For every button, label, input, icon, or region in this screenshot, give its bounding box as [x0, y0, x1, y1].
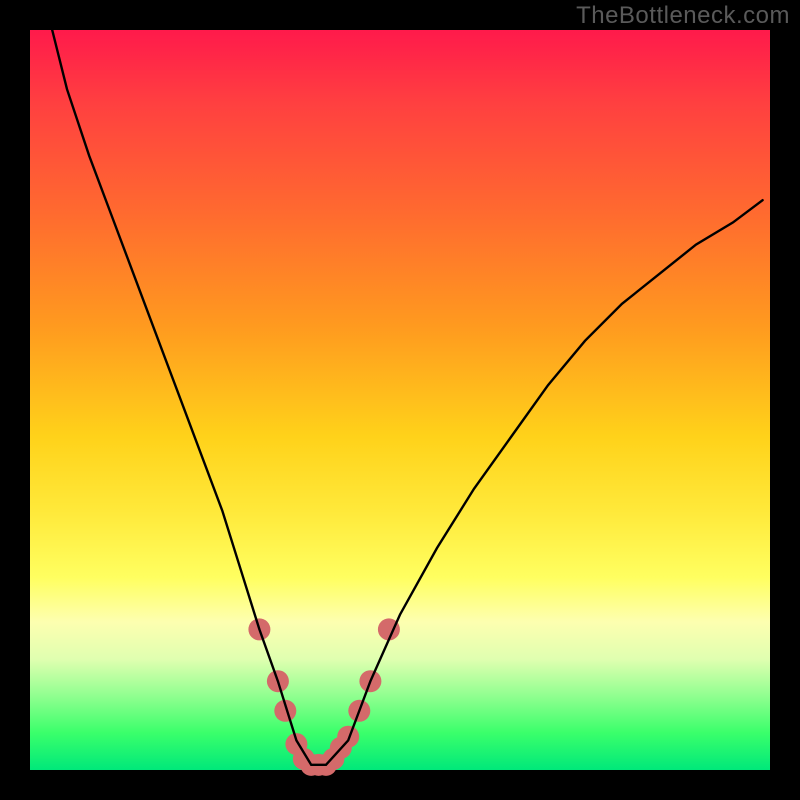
marker-group — [248, 618, 400, 775]
chart-svg — [30, 30, 770, 770]
watermark-text: TheBottleneck.com — [576, 2, 790, 30]
outer-frame: TheBottleneck.com — [0, 0, 800, 800]
curve-marker — [337, 726, 359, 748]
bottleneck-curve — [52, 30, 762, 765]
